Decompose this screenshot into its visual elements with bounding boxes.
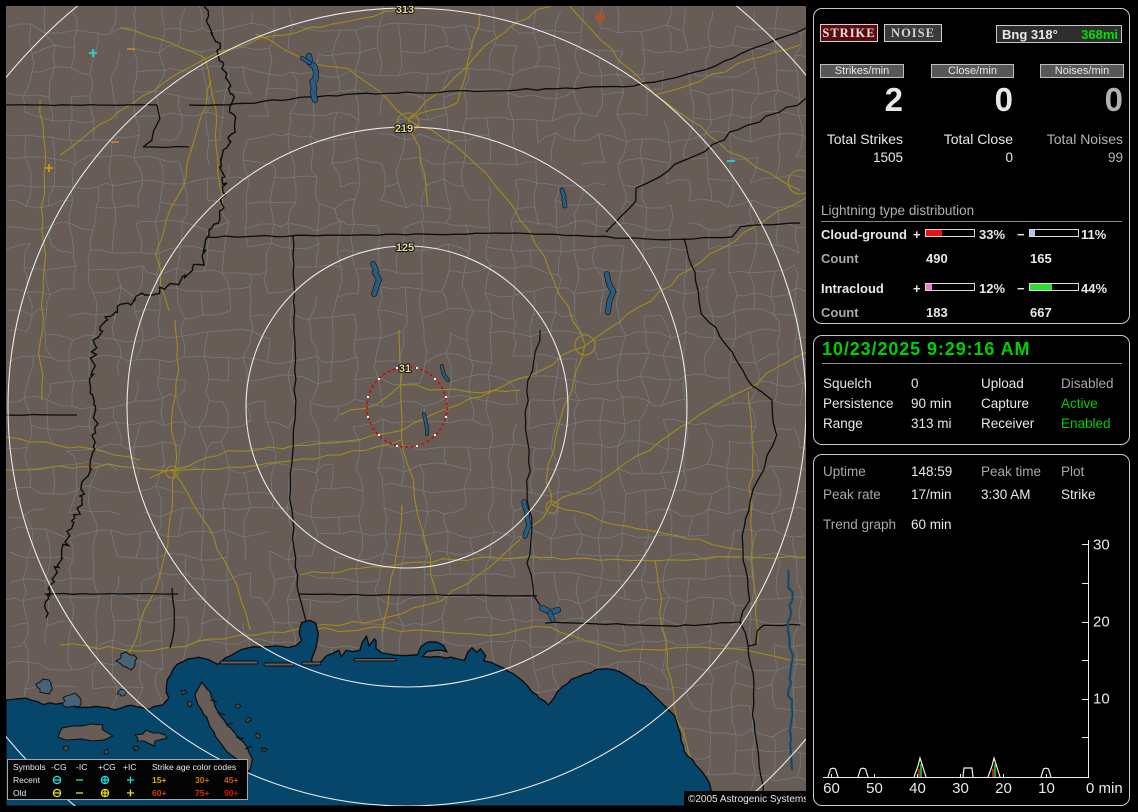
svg-text:-CG: -CG [51, 762, 67, 772]
svg-text:75+: 75+ [195, 788, 209, 798]
svg-text:+CG: +CG [98, 762, 116, 772]
svg-text:50: 50 [866, 780, 883, 797]
svg-text:10: 10 [1038, 780, 1055, 797]
svg-text:313: 313 [396, 6, 414, 16]
svg-text:60: 60 [823, 780, 840, 797]
svg-text:+IC: +IC [123, 762, 136, 772]
svg-text:90+: 90+ [224, 788, 238, 798]
svg-text:45+: 45+ [224, 775, 238, 785]
svg-text:10: 10 [1093, 691, 1110, 708]
svg-text:60+: 60+ [152, 788, 166, 798]
svg-text:0 min: 0 min [1086, 780, 1123, 797]
svg-text:Old: Old [13, 788, 27, 798]
svg-text:20: 20 [1093, 614, 1110, 631]
svg-text:20: 20 [995, 780, 1012, 797]
svg-text:30: 30 [952, 780, 969, 797]
svg-text:125: 125 [396, 242, 414, 254]
svg-text:40: 40 [909, 780, 926, 797]
svg-text:©2005 Astrogenic Systems: ©2005 Astrogenic Systems [688, 794, 806, 805]
svg-text:219: 219 [395, 123, 413, 135]
svg-text:Symbols: Symbols [13, 762, 46, 772]
svg-text:Recent: Recent [13, 775, 41, 785]
svg-text:31: 31 [399, 363, 411, 375]
svg-text:15+: 15+ [152, 775, 166, 785]
svg-text:-IC: -IC [76, 762, 87, 772]
svg-text:Strike age color codes: Strike age color codes [152, 762, 236, 772]
svg-text:30: 30 [1093, 537, 1110, 554]
svg-text:30+: 30+ [195, 775, 209, 785]
